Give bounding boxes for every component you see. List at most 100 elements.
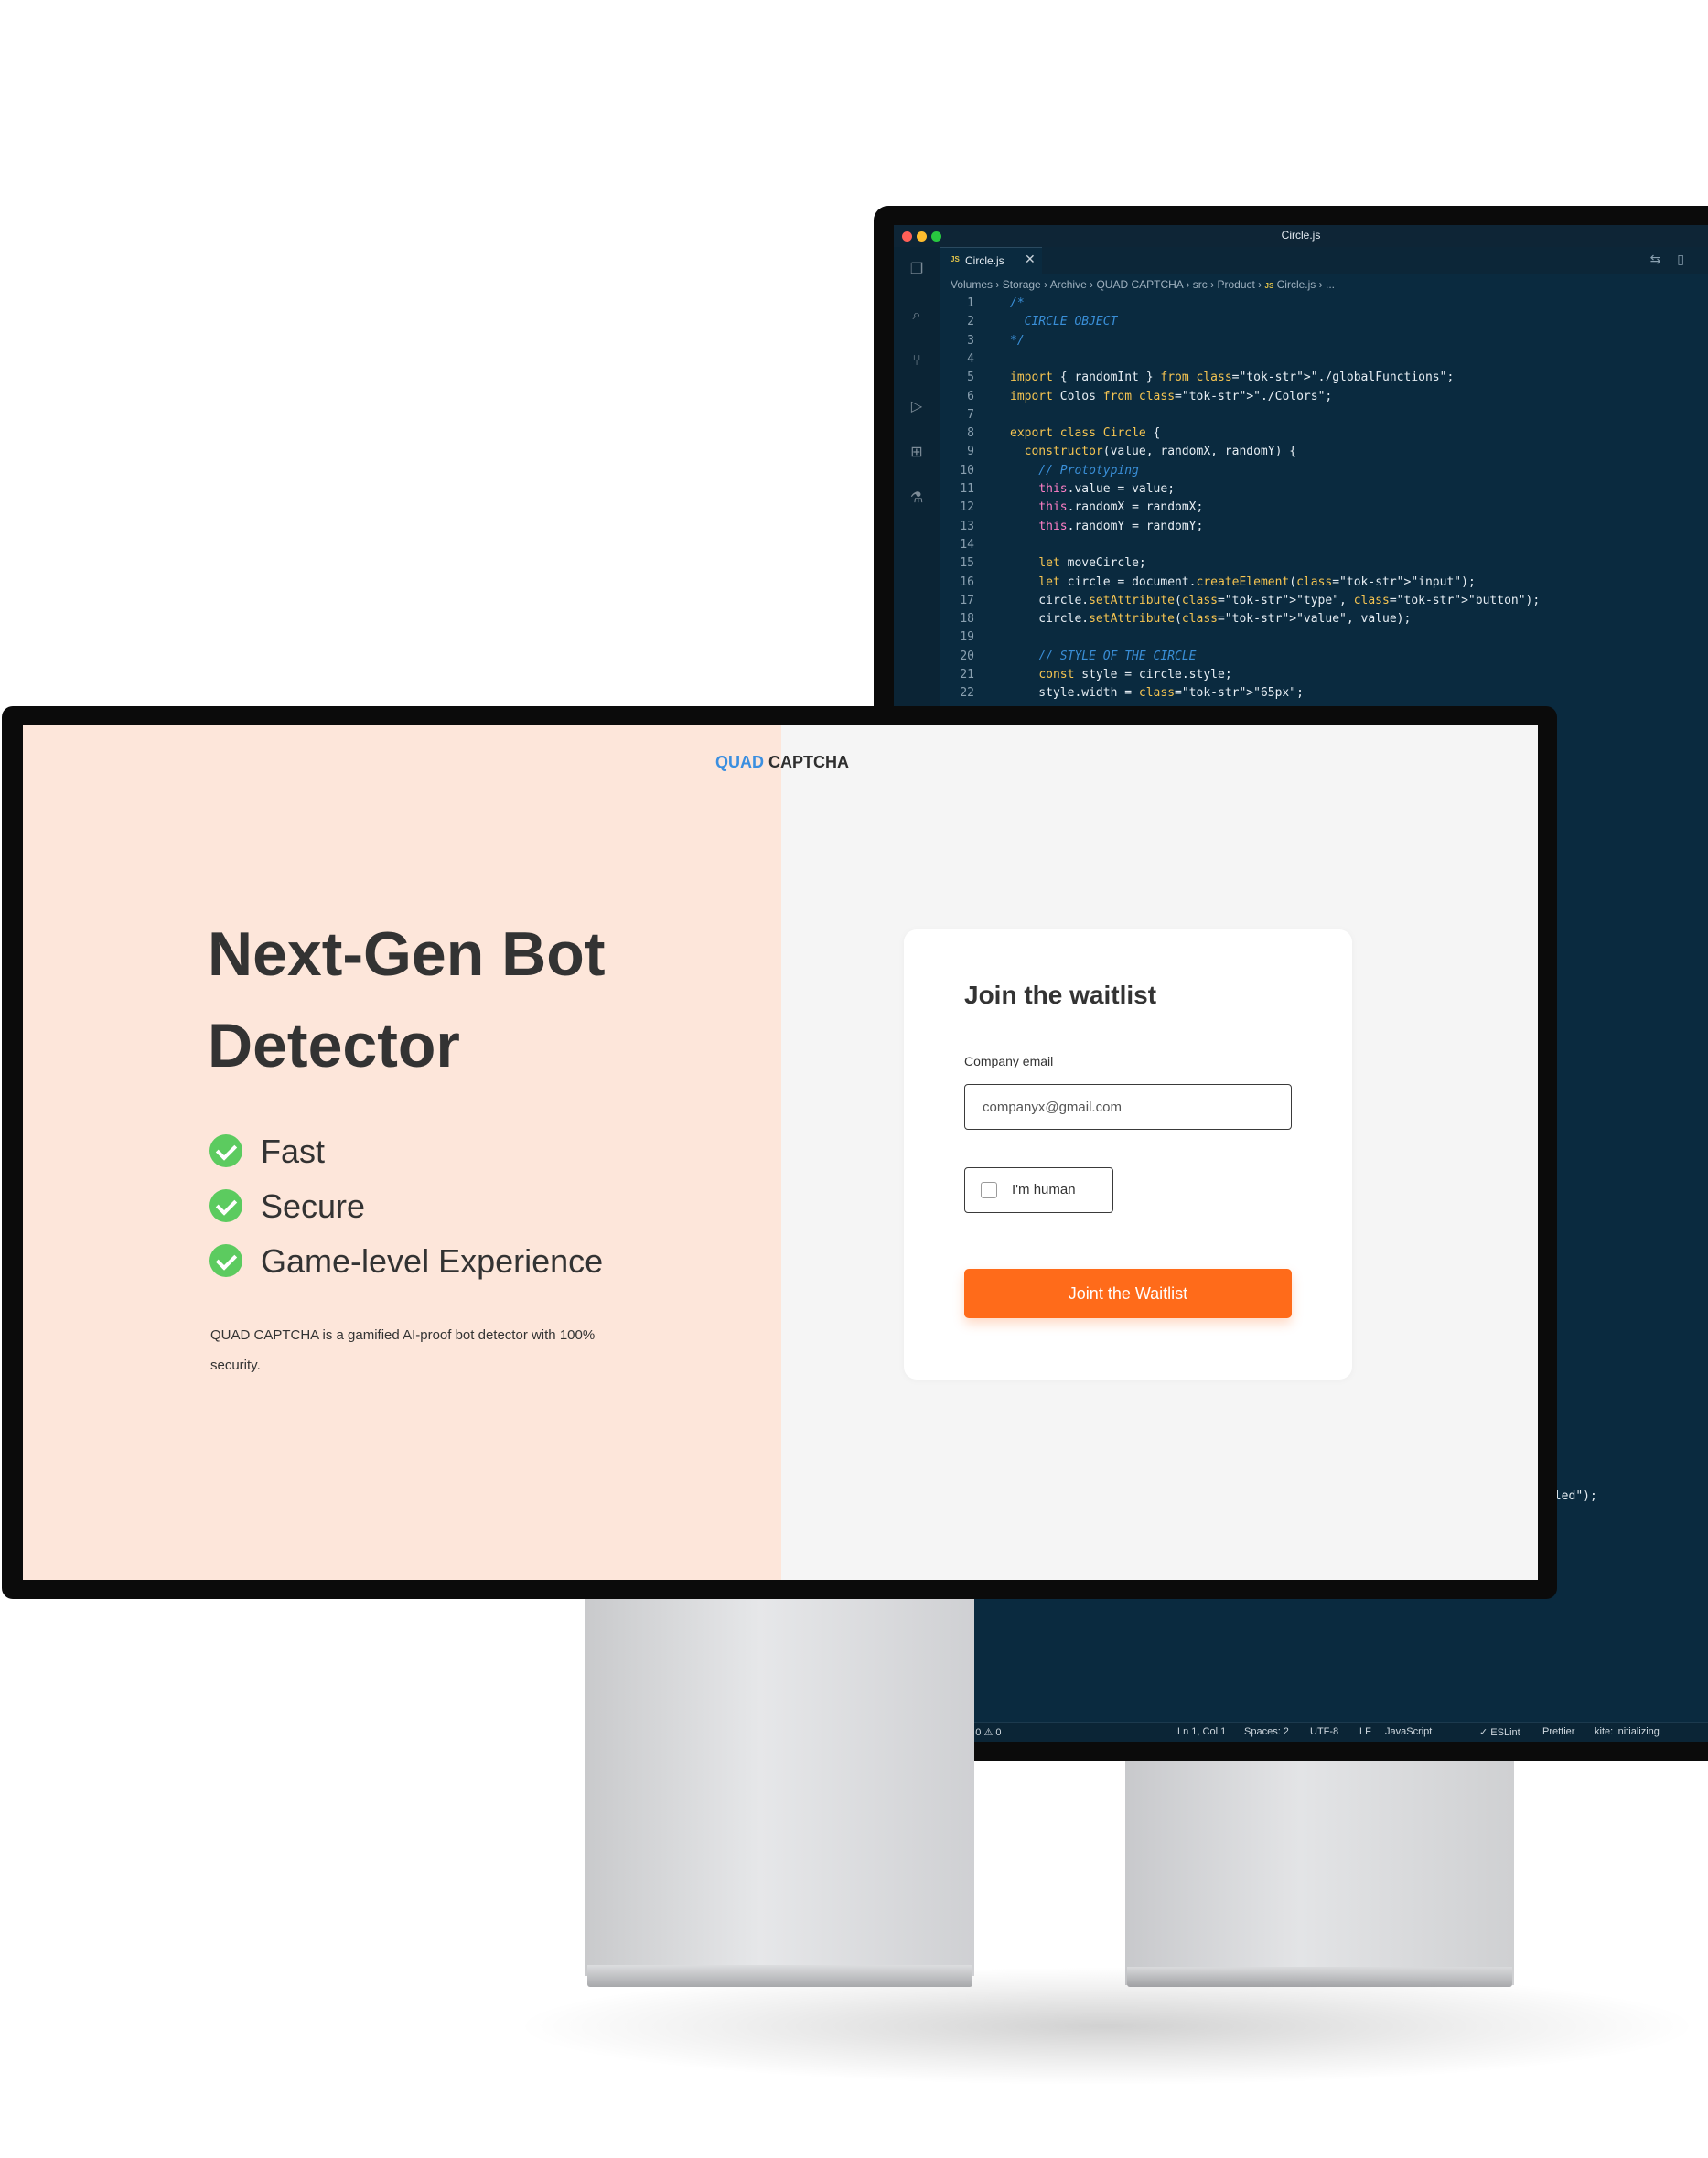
logo-quad: QUAD bbox=[715, 753, 764, 771]
breadcrumb: Volumes › Storage › Archive › QUAD CAPTC… bbox=[951, 278, 1335, 291]
code-line[interactable]: 14 bbox=[940, 536, 1708, 554]
code-line[interactable]: 13 this.randomY = randomY; bbox=[940, 518, 1708, 536]
code-line[interactable]: 11 this.value = value; bbox=[940, 480, 1708, 499]
code-line[interactable]: 3 */ bbox=[940, 332, 1708, 350]
code-text: // STYLE OF THE CIRCLE bbox=[1010, 649, 1197, 663]
breadcrumb-item[interactable]: ... bbox=[1326, 278, 1335, 291]
line-number: 16 bbox=[960, 574, 974, 589]
waitlist-title: Join the waitlist bbox=[964, 981, 1157, 1009]
breadcrumb-separator-icon: › bbox=[1207, 278, 1218, 291]
code-line[interactable]: 8 export class Circle { bbox=[940, 424, 1708, 443]
human-checkbox-label: I'm human bbox=[1012, 1182, 1076, 1197]
code-line[interactable]: 17 circle.setAttribute(class="tok-str">"… bbox=[940, 592, 1708, 610]
code-text: constructor(value, randomX, randomY) { bbox=[1024, 445, 1297, 459]
kite-status[interactable]: kite: initializing bbox=[1595, 1726, 1660, 1737]
code-line[interactable]: 21 const style = circle.style; bbox=[940, 666, 1708, 684]
code-line[interactable]: 12 this.randomX = randomX; bbox=[940, 499, 1708, 517]
code-line[interactable]: 1 /* bbox=[940, 295, 1708, 313]
quad-captcha-logo[interactable]: QUAD CAPTCHA bbox=[715, 753, 849, 772]
code-line[interactable]: 22 style.width = class="tok-str">"65px"; bbox=[940, 684, 1708, 703]
run-debug-icon[interactable]: ▷ bbox=[908, 397, 926, 415]
code-line[interactable]: 6 import Colos from class="tok-str">"./Co… bbox=[940, 388, 1708, 406]
testing-icon[interactable]: ⚗ bbox=[908, 489, 926, 507]
code-text: this.randomY = randomY; bbox=[1038, 519, 1204, 533]
tab-label: Circle.js bbox=[965, 254, 1004, 267]
code-line[interactable]: 7 bbox=[940, 406, 1708, 424]
editor-actions-icon[interactable]: ⇆▯ bbox=[1650, 252, 1701, 267]
join-waitlist-button[interactable]: Joint the Waitlist bbox=[964, 1269, 1292, 1318]
email-field-label: Company email bbox=[964, 1054, 1054, 1068]
code-text: import { randomInt } from class="tok-str… bbox=[1010, 370, 1455, 385]
code-text: let moveCircle; bbox=[1038, 556, 1146, 571]
code-line[interactable]: 5 import { randomInt } from class="tok-st… bbox=[940, 369, 1708, 387]
breadcrumb-separator-icon: › bbox=[1086, 278, 1097, 291]
code-line[interactable]: 18 circle.setAttribute(class="tok-str">"… bbox=[940, 610, 1708, 628]
breadcrumb-item[interactable]: Product bbox=[1217, 278, 1254, 291]
line-number: 17 bbox=[960, 593, 974, 607]
indentation-setting[interactable]: Spaces: 2 bbox=[1244, 1726, 1289, 1737]
front-monitor-stand-foot bbox=[587, 1965, 972, 1987]
line-number: 2 bbox=[967, 315, 974, 329]
end-of-line[interactable]: LF bbox=[1359, 1726, 1371, 1737]
prettier-status[interactable]: Prettier bbox=[1542, 1726, 1574, 1737]
tab-circle-js[interactable]: JS Circle.js ✕ bbox=[940, 247, 1042, 275]
hero-headline: Next-Gen Bot Detector bbox=[208, 919, 606, 1080]
file-encoding[interactable]: UTF-8 bbox=[1310, 1726, 1338, 1737]
language-mode[interactable]: JavaScript bbox=[1385, 1726, 1432, 1737]
breadcrumb-item[interactable]: Archive bbox=[1050, 278, 1087, 291]
line-number: 9 bbox=[967, 445, 974, 459]
close-tab-icon[interactable]: ✕ bbox=[1025, 252, 1036, 267]
code-text: // Prototyping bbox=[1010, 463, 1139, 478]
code-line[interactable]: 9 constructor(value, randomX, randomY) { bbox=[940, 443, 1708, 461]
code-text: circle.setAttribute(class="tok-str">"typ… bbox=[1010, 593, 1541, 607]
breadcrumb-item[interactable]: src bbox=[1193, 278, 1208, 291]
line-number: 7 bbox=[967, 407, 974, 422]
editor-title-bar: Circle.js bbox=[894, 225, 1708, 247]
back-monitor-stand bbox=[1125, 1756, 1514, 1985]
code-text: let circle = document.createElement(clas… bbox=[1038, 574, 1476, 589]
extensions-icon[interactable]: ⊞ bbox=[908, 443, 926, 461]
breadcrumb-item[interactable]: Volumes bbox=[951, 278, 993, 291]
code-text: this.value = value; bbox=[1038, 482, 1176, 496]
check-circle-icon bbox=[209, 1189, 242, 1222]
javascript-file-icon: JS bbox=[951, 255, 960, 263]
code-text: circle.setAttribute(class="tok-str">"val… bbox=[1010, 612, 1412, 627]
feature-label: Game-level Experience bbox=[261, 1242, 604, 1280]
eslint-status[interactable]: ✓ ESLint bbox=[1479, 1726, 1520, 1738]
code-line[interactable]: 16 let circle = document.createElement(c… bbox=[940, 574, 1708, 592]
code-line[interactable]: 4 bbox=[940, 350, 1708, 369]
human-verification[interactable]: I'm human bbox=[964, 1167, 1113, 1213]
explorer-icon[interactable]: ❐ bbox=[908, 260, 926, 278]
breadcrumb-item[interactable]: Storage bbox=[1003, 278, 1041, 291]
hero-panel: Next-Gen Bot Detector Fast Secure Game-l… bbox=[23, 725, 781, 1580]
code-line[interactable]: 2 CIRCLE OBJECT bbox=[940, 313, 1708, 331]
window-title: Circle.js bbox=[1281, 229, 1321, 242]
breadcrumb-item[interactable]: JS bbox=[1265, 282, 1274, 290]
line-number: 8 bbox=[967, 426, 974, 441]
line-number: 14 bbox=[960, 537, 974, 552]
landing-page-screen: Next-Gen Bot Detector Fast Secure Game-l… bbox=[23, 725, 1538, 1580]
code-text: const style = circle.style; bbox=[1038, 668, 1232, 682]
code-line[interactable]: 20 // STYLE OF THE CIRCLE bbox=[940, 648, 1708, 666]
line-number: 1 bbox=[967, 296, 974, 310]
code-line[interactable]: 10 // Prototyping bbox=[940, 462, 1708, 480]
search-icon[interactable]: ⌕ bbox=[908, 306, 926, 324]
code-text: this.randomX = randomX; bbox=[1038, 500, 1204, 515]
code-line[interactable]: 15 let moveCircle; bbox=[940, 554, 1708, 573]
logo-captcha: CAPTCHA bbox=[768, 753, 850, 771]
code-text: style.width = class="tok-str">"65px"; bbox=[1010, 686, 1304, 701]
breadcrumb-item[interactable]: Circle.js bbox=[1277, 278, 1316, 291]
line-number: 6 bbox=[967, 389, 974, 403]
cursor-position[interactable]: Ln 1, Col 1 bbox=[1177, 1726, 1226, 1737]
code-line[interactable]: 19 bbox=[940, 628, 1708, 647]
breadcrumb-separator-icon: › bbox=[1183, 278, 1193, 291]
check-circle-icon bbox=[209, 1134, 242, 1167]
breadcrumb-separator-icon: › bbox=[1254, 278, 1265, 291]
email-field[interactable] bbox=[964, 1084, 1292, 1130]
breadcrumb-item[interactable]: QUAD CAPTCHA bbox=[1096, 278, 1183, 291]
line-number: 5 bbox=[967, 370, 974, 385]
source-control-icon[interactable]: ⑂ bbox=[908, 351, 926, 370]
code-text: export class Circle { bbox=[1010, 426, 1161, 441]
line-number: 19 bbox=[960, 630, 974, 645]
human-checkbox[interactable] bbox=[981, 1182, 997, 1198]
